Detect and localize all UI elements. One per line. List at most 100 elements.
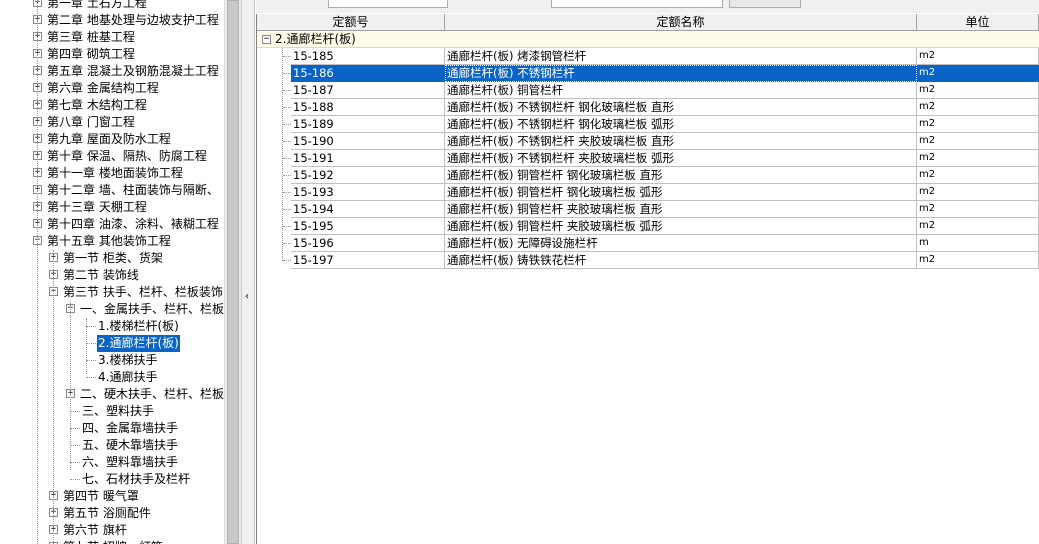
cell-code[interactable]: 15-196	[291, 235, 445, 252]
tree-item[interactable]: 2.通廊栏杆(板)	[0, 335, 224, 352]
toolbar-search-input[interactable]	[551, 0, 723, 8]
tree-item[interactable]: + 第六节 旗杆	[0, 522, 224, 539]
table-row[interactable]: 15-197 通廊栏杆(板) 铸铁铁花栏杆 m2	[257, 252, 1039, 269]
table-row[interactable]: 15-196 通廊栏杆(板) 无障碍设施栏杆 m	[257, 235, 1039, 252]
cell-code[interactable]: 15-194	[291, 201, 445, 218]
tree-item[interactable]: + 第五节 浴厕配件	[0, 505, 224, 522]
tree-item[interactable]: + 第四节 暖气罩	[0, 488, 224, 505]
collapse-left-icon[interactable]: ‹	[245, 292, 251, 302]
cell-unit[interactable]: m2	[917, 252, 1039, 269]
cell-code[interactable]: 15-192	[291, 167, 445, 184]
tree-item[interactable]: 3.楼梯扶手	[0, 352, 224, 369]
toolbar-dropdown[interactable]	[328, 0, 448, 8]
tree-item[interactable]: + 第一章 土石方工程	[0, 0, 224, 12]
cell-unit[interactable]: m2	[917, 150, 1039, 167]
tree-item[interactable]: + 第十一章 楼地面装饰工程	[0, 165, 224, 182]
cell-code[interactable]: 15-186	[291, 65, 445, 82]
cell-unit[interactable]: m2	[917, 167, 1039, 184]
table-row[interactable]: 15-193 通廊栏杆(板) 铜管栏杆 钢化玻璃栏板 弧形 m2	[257, 184, 1039, 201]
table-row[interactable]: 15-190 通廊栏杆(板) 不锈钢栏杆 夹胶玻璃栏板 直形 m2	[257, 133, 1039, 150]
cell-code[interactable]: 15-195	[291, 218, 445, 235]
cell-code[interactable]: 15-191	[291, 150, 445, 167]
tree-item-label: 4.通廊扶手	[98, 370, 158, 384]
cell-code[interactable]: 15-189	[291, 116, 445, 133]
cell-code[interactable]: 15-187	[291, 82, 445, 99]
cell-code[interactable]: 15-193	[291, 184, 445, 201]
tree-item[interactable]: − 一、金属扶手、栏杆、栏板	[0, 301, 224, 318]
cell-unit[interactable]: m2	[917, 201, 1039, 218]
cell-unit[interactable]: m2	[917, 99, 1039, 116]
tree-scrollbar-thumb[interactable]	[227, 0, 239, 544]
tree-item[interactable]: 三、塑料扶手	[0, 403, 224, 420]
cell-code[interactable]: 15-188	[291, 99, 445, 116]
cell-unit[interactable]: m	[917, 235, 1039, 252]
table-row[interactable]: 15-191 通廊栏杆(板) 不锈钢栏杆 夹胶玻璃栏板 弧形 m2	[257, 150, 1039, 167]
table-row[interactable]: 15-187 通廊栏杆(板) 铜管栏杆 m2	[257, 82, 1039, 99]
table-row[interactable]: 15-186 通廊栏杆(板) 不锈钢栏杆 m2	[257, 65, 1039, 82]
tree-item[interactable]: 四、金属靠墙扶手	[0, 420, 224, 437]
tree-item[interactable]: 1.楼梯栏杆(板)	[0, 318, 224, 335]
tree-item[interactable]: − 第十五章 其他装饰工程	[0, 233, 224, 250]
cell-code[interactable]: 15-185	[291, 48, 445, 65]
cell-name[interactable]: 通廊栏杆(板) 铜管栏杆 夹胶玻璃栏板 直形	[445, 201, 917, 218]
cell-code[interactable]: 15-190	[291, 133, 445, 150]
toolbar-confirm-button[interactable]	[729, 0, 801, 8]
cell-name[interactable]: 通廊栏杆(板) 铜管栏杆 钢化玻璃栏板 弧形	[445, 184, 917, 201]
tree-item[interactable]: + 第十章 保温、隔热、防腐工程	[0, 148, 224, 165]
cell-name[interactable]: 通廊栏杆(板) 铸铁铁花栏杆	[445, 252, 917, 269]
tree-item[interactable]: 六、塑料靠墙扶手	[0, 454, 224, 471]
tree-item[interactable]: + 第六章 金属结构工程	[0, 80, 224, 97]
cell-unit[interactable]: m2	[917, 65, 1039, 82]
tree-item[interactable]: + 第三章 桩基工程	[0, 29, 224, 46]
tree-item-label: 六、塑料靠墙扶手	[82, 455, 179, 469]
cell-name[interactable]: 通廊栏杆(板) 铜管栏杆 钢化玻璃栏板 直形	[445, 167, 917, 184]
table-row[interactable]: 15-188 通廊栏杆(板) 不锈钢栏杆 钢化玻璃栏板 直形 m2	[257, 99, 1039, 116]
tree-item[interactable]: + 第十二章 墙、柱面装饰与隔断、	[0, 182, 224, 199]
tree-item[interactable]: + 第十三章 天棚工程	[0, 199, 224, 216]
cell-name[interactable]: 通廊栏杆(板) 铜管栏杆 夹胶玻璃栏板 弧形	[445, 218, 917, 235]
tree-item[interactable]: + 二、硬木扶手、栏杆、栏板	[0, 386, 224, 403]
table-row[interactable]: 15-185 通廊栏杆(板) 烤漆钢管栏杆 m2	[257, 48, 1039, 65]
tree-item[interactable]: 五、硬木靠墙扶手	[0, 437, 224, 454]
column-header-name[interactable]: 定额名称	[445, 14, 917, 31]
cell-name[interactable]: 通廊栏杆(板) 不锈钢栏杆 夹胶玻璃栏板 弧形	[445, 150, 917, 167]
tree-item[interactable]: + 第十四章 油漆、涂料、裱糊工程	[0, 216, 224, 233]
tree-item[interactable]: + 第七章 木结构工程	[0, 97, 224, 114]
tree-item[interactable]: + 第九章 屋面及防水工程	[0, 131, 224, 148]
cell-unit[interactable]: m2	[917, 116, 1039, 133]
group-row[interactable]: − 2.通廊栏杆(板)	[257, 31, 1039, 48]
cell-unit[interactable]: m2	[917, 184, 1039, 201]
tree-scrollbar[interactable]	[224, 0, 241, 544]
tree-item[interactable]: + 第二章 地基处理与边坡支护工程	[0, 12, 224, 29]
tree-item[interactable]: − 第三节 扶手、栏杆、栏板装饰	[0, 284, 224, 301]
tree-item[interactable]: + 第五章 混凝土及钢筋混凝土工程	[0, 63, 224, 80]
table-row[interactable]: 15-192 通廊栏杆(板) 铜管栏杆 钢化玻璃栏板 直形 m2	[257, 167, 1039, 184]
cell-name[interactable]: 通廊栏杆(板) 烤漆钢管栏杆	[445, 48, 917, 65]
table-row[interactable]: 15-194 通廊栏杆(板) 铜管栏杆 夹胶玻璃栏板 直形 m2	[257, 201, 1039, 218]
tree-item[interactable]: 七、石材扶手及栏杆	[0, 471, 224, 488]
cell-unit[interactable]: m2	[917, 82, 1039, 99]
tree-item[interactable]: + 第二节 装饰线	[0, 267, 224, 284]
cell-name[interactable]: 通廊栏杆(板) 不锈钢栏杆 钢化玻璃栏板 直形	[445, 99, 917, 116]
chapter-tree[interactable]: + 第一章 土石方工程 + 第二章 地基处理与边坡支护工程 + 第三章 桩基工程 + 第四章 …	[0, 0, 224, 544]
cell-unit[interactable]: m2	[917, 133, 1039, 150]
cell-name[interactable]: 通廊栏杆(板) 不锈钢栏杆	[445, 65, 917, 82]
collapse-group-icon[interactable]: −	[262, 35, 271, 44]
tree-item[interactable]: +第七节 招牌、灯箱	[0, 539, 224, 544]
cell-name[interactable]: 通廊栏杆(板) 不锈钢栏杆 钢化玻璃栏板 弧形	[445, 116, 917, 133]
table-row[interactable]: 15-195 通廊栏杆(板) 铜管栏杆 夹胶玻璃栏板 弧形 m2	[257, 218, 1039, 235]
column-header-unit[interactable]: 单位	[917, 14, 1039, 31]
column-header-code[interactable]: 定额号	[257, 14, 445, 31]
tree-item[interactable]: 4.通廊扶手	[0, 369, 224, 386]
cell-unit[interactable]: m2	[917, 48, 1039, 65]
cell-name[interactable]: 通廊栏杆(板) 无障碍设施栏杆	[445, 235, 917, 252]
cell-name[interactable]: 通廊栏杆(板) 铜管栏杆	[445, 82, 917, 99]
tree-item[interactable]: + 第八章 门窗工程	[0, 114, 224, 131]
cell-name[interactable]: 通廊栏杆(板) 不锈钢栏杆 夹胶玻璃栏板 直形	[445, 133, 917, 150]
cell-unit[interactable]: m2	[917, 218, 1039, 235]
cell-code[interactable]: 15-197	[291, 252, 445, 269]
tree-item[interactable]: + 第一节 柜类、货架	[0, 250, 224, 267]
panel-splitter[interactable]: ‹	[241, 0, 255, 544]
tree-item[interactable]: + 第四章 砌筑工程	[0, 46, 224, 63]
table-row[interactable]: 15-189 通廊栏杆(板) 不锈钢栏杆 钢化玻璃栏板 弧形 m2	[257, 116, 1039, 133]
